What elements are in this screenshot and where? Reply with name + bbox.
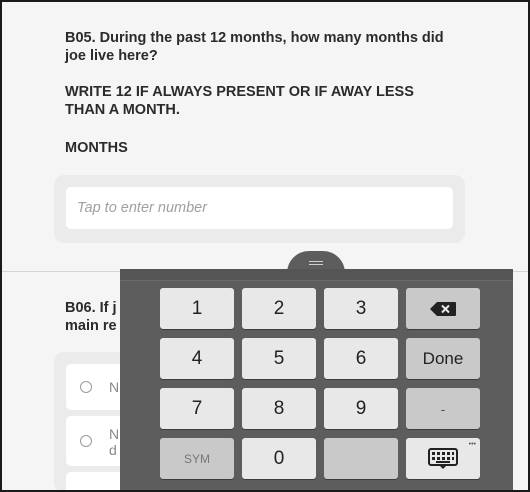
radio-button-icon[interactable] — [80, 435, 92, 447]
keyboard-settings-icon — [428, 447, 458, 469]
months-number-input[interactable] — [66, 187, 453, 229]
key-3[interactable]: 3 — [324, 288, 398, 329]
key-6[interactable]: 6 — [324, 338, 398, 379]
backspace-icon — [430, 301, 456, 316]
answer-card-b05 — [54, 175, 465, 243]
numeric-keyboard: 1 2 3 4 5 6 Done 7 8 9 - SYM 0 ••• — [120, 269, 513, 490]
option-1-label: N — [109, 379, 120, 395]
key-0[interactable]: 0 — [242, 438, 316, 479]
key-1[interactable]: 1 — [160, 288, 234, 329]
key-7[interactable]: 7 — [160, 388, 234, 429]
survey-screen: B05. During the past 12 months, how many… — [0, 0, 530, 492]
question-b05-unit-label: MONTHS — [65, 140, 128, 156]
option-2-label-line1: N — [109, 426, 120, 442]
more-dots-icon: ••• — [468, 441, 476, 448]
keyboard-settings-key[interactable]: ••• — [406, 438, 480, 479]
blank-key[interactable] — [324, 438, 398, 479]
sym-key[interactable]: SYM — [160, 438, 234, 479]
option-2-label-line2: d — [109, 442, 117, 458]
key-5[interactable]: 5 — [242, 338, 316, 379]
key-9[interactable]: 9 — [324, 388, 398, 429]
backspace-key[interactable] — [406, 288, 480, 329]
key-4[interactable]: 4 — [160, 338, 234, 379]
done-key[interactable]: Done — [406, 338, 480, 379]
radio-button-icon[interactable] — [80, 381, 92, 393]
question-b05-instruction: WRITE 12 IF ALWAYS PRESENT OR IF AWAY LE… — [65, 84, 414, 118]
question-b05-title: B05. During the past 12 months, how many… — [65, 30, 444, 64]
keyboard-top-bar — [120, 269, 513, 281]
key-2[interactable]: 2 — [242, 288, 316, 329]
key-8[interactable]: 8 — [242, 388, 316, 429]
minus-key[interactable]: - — [406, 388, 480, 429]
grip-icon — [309, 261, 323, 265]
